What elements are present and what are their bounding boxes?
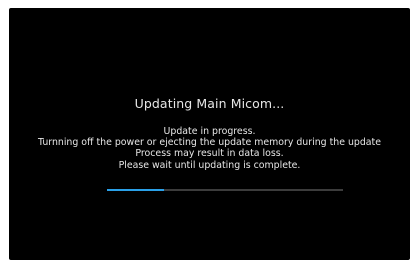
update-screen: Updating Main Micom... Update in progres… bbox=[9, 8, 410, 260]
message-line: Please wait until updating is complete. bbox=[118, 159, 301, 171]
message-line: Turnning off the power or ejecting the u… bbox=[38, 137, 381, 149]
message-line: Update in progress. bbox=[163, 126, 256, 137]
update-progress-fill bbox=[107, 189, 164, 191]
message-line: Process may result in data loss. bbox=[135, 148, 284, 160]
update-message: Update in progress. Turnning off the pow… bbox=[9, 126, 410, 171]
update-progress-bar bbox=[107, 189, 343, 191]
update-title: Updating Main Micom... bbox=[134, 96, 285, 111]
